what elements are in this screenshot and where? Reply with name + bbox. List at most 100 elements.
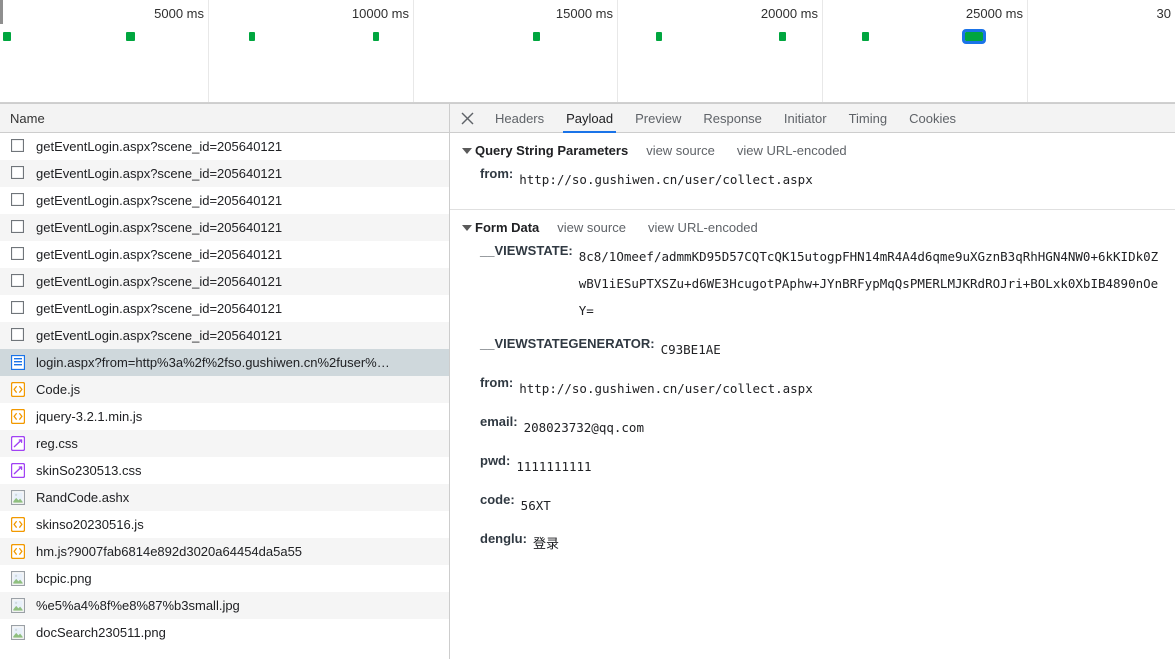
request-row[interactable]: reg.css xyxy=(0,430,449,457)
stylesheet-icon xyxy=(11,435,27,452)
chevron-down-icon-query[interactable] xyxy=(462,147,472,154)
param-row: email: 208023732@qq.com xyxy=(450,408,1175,447)
request-row[interactable]: getEventLogin.aspx?scene_id=205640121 xyxy=(0,214,449,241)
tab-payload[interactable]: Payload xyxy=(555,104,624,133)
overview-request-bar[interactable] xyxy=(3,32,11,41)
network-overview-timeline[interactable]: 5000 ms 10000 ms 15000 ms 20000 ms 25000 ms 3… xyxy=(0,0,1175,104)
param-row: denglu: 登录 xyxy=(450,525,1175,564)
tab-initiator[interactable]: Initiator xyxy=(773,104,838,132)
request-name: getEventLogin.aspx?scene_id=205640121 xyxy=(36,220,283,235)
param-value[interactable]: 1111111111 xyxy=(516,453,591,480)
image-icon xyxy=(11,489,27,506)
chevron-down-icon-form[interactable] xyxy=(462,224,472,231)
query-view-url-encoded-link[interactable]: view URL-encoded xyxy=(737,143,847,158)
tab-headers[interactable]: Headers xyxy=(484,104,555,132)
request-row[interactable]: getEventLogin.aspx?scene_id=205640121 xyxy=(0,133,449,160)
overview-bottom-rule xyxy=(0,102,1175,103)
param-value[interactable]: C93BE1AE xyxy=(661,336,721,363)
close-icon[interactable] xyxy=(450,104,484,132)
request-row[interactable]: getEventLogin.aspx?scene_id=205640121 xyxy=(0,268,449,295)
request-name: getEventLogin.aspx?scene_id=205640121 xyxy=(36,274,283,289)
tab-timing[interactable]: Timing xyxy=(838,104,899,132)
param-value[interactable]: http://so.gushiwen.cn/user/collect.aspx xyxy=(519,166,813,193)
overview-request-markers xyxy=(0,29,1175,44)
param-key: denglu: xyxy=(480,531,527,546)
request-row[interactable]: getEventLogin.aspx?scene_id=205640121 xyxy=(0,295,449,322)
script-icon xyxy=(11,516,27,533)
request-name: docSearch230511.png xyxy=(36,625,166,640)
tab-preview[interactable]: Preview xyxy=(624,104,692,132)
overview-request-bar-selected[interactable] xyxy=(962,29,986,44)
request-row[interactable]: RandCode.ashx xyxy=(0,484,449,511)
param-row: from: http://so.gushiwen.cn/user/collect.… xyxy=(450,160,1175,199)
overview-request-bar[interactable] xyxy=(862,32,869,41)
payload-content: Query String Parameters view source view… xyxy=(450,133,1175,659)
overview-gridline xyxy=(413,0,414,103)
request-name: reg.css xyxy=(36,436,78,451)
request-name: %e5%a4%8f%e8%87%b3small.jpg xyxy=(36,598,240,613)
overview-request-bar[interactable] xyxy=(373,32,379,41)
image-icon xyxy=(11,570,27,587)
param-value[interactable]: 登录 xyxy=(533,531,559,558)
request-row[interactable]: Code.js xyxy=(0,376,449,403)
request-row[interactable]: getEventLogin.aspx?scene_id=205640121 xyxy=(0,160,449,187)
request-name: RandCode.ashx xyxy=(36,490,130,505)
checkbox-icon xyxy=(11,327,27,344)
overview-tick-label: 5000 ms xyxy=(154,6,204,21)
param-value[interactable]: http://so.gushiwen.cn/user/collect.aspx xyxy=(519,375,813,402)
param-value[interactable]: 208023732@qq.com xyxy=(524,414,644,441)
param-key: email: xyxy=(480,414,518,429)
query-string-section-header: Query String Parameters view source view… xyxy=(450,141,1175,160)
request-row[interactable]: getEventLogin.aspx?scene_id=205640121 xyxy=(0,241,449,268)
request-row[interactable]: %e5%a4%8f%e8%87%b3small.jpg xyxy=(0,592,449,619)
request-row[interactable]: skinso20230516.js xyxy=(0,511,449,538)
overview-tick-label: 15000 ms xyxy=(555,6,613,21)
script-icon xyxy=(11,543,27,560)
details-pane: Headers Payload Preview Response Initiator Ti… xyxy=(450,104,1175,659)
param-value[interactable]: 56XT xyxy=(521,492,551,519)
panel-split: Name getEventLogin.aspx?scene_id=2056401… xyxy=(0,104,1175,659)
column-header-name: Name xyxy=(10,110,45,126)
request-row[interactable]: login.aspx?from=http%3a%2f%2fso.gushiwen… xyxy=(0,349,449,376)
tab-response[interactable]: Response xyxy=(692,104,773,132)
form-params-list: __VIEWSTATE: 8c8/1Omeef/admmKD95D57CQTcQK… xyxy=(450,237,1175,564)
overview-left-edge-marker xyxy=(0,0,3,24)
overview-gridline xyxy=(1027,0,1028,103)
tabs-container: Headers Payload Preview Response Initiator Ti… xyxy=(484,104,967,133)
request-row[interactable]: getEventLogin.aspx?scene_id=205640121 xyxy=(0,187,449,214)
checkbox-icon xyxy=(11,300,27,317)
overview-tick-label: 20000 ms xyxy=(760,6,818,21)
overview-request-bar[interactable] xyxy=(126,32,135,41)
form-data-section-header: Form Data view source view URL-encoded xyxy=(450,218,1175,237)
request-row[interactable]: hm.js?9007fab6814e892d3020a64454da5a55 xyxy=(0,538,449,565)
overview-request-bar[interactable] xyxy=(656,32,662,41)
overview-request-bar[interactable] xyxy=(779,32,786,41)
query-string-parameters-section: Query String Parameters view source view… xyxy=(450,133,1175,209)
requests-pane: Name getEventLogin.aspx?scene_id=2056401… xyxy=(0,104,450,659)
query-params-list: from: http://so.gushiwen.cn/user/collect.… xyxy=(450,160,1175,199)
overview-tick-label: 25000 ms xyxy=(965,6,1023,21)
overview-request-bar[interactable] xyxy=(533,32,540,41)
request-row[interactable]: docSearch230511.png xyxy=(0,619,449,646)
request-name: getEventLogin.aspx?scene_id=205640121 xyxy=(36,166,283,181)
request-row[interactable]: skinSo230513.css xyxy=(0,457,449,484)
tab-cookies[interactable]: Cookies xyxy=(898,104,967,132)
query-view-source-link[interactable]: view source xyxy=(646,143,715,158)
request-row[interactable]: jquery-3.2.1.min.js xyxy=(0,403,449,430)
checkbox-icon xyxy=(11,219,27,236)
param-row: pwd: 1111111111 xyxy=(450,447,1175,486)
overview-gridline xyxy=(617,0,618,103)
overview-gridline xyxy=(208,0,209,103)
request-name: Code.js xyxy=(36,382,81,397)
document-icon xyxy=(11,354,27,371)
param-row: from: http://so.gushiwen.cn/user/collect.… xyxy=(450,369,1175,408)
requests-list[interactable]: getEventLogin.aspx?scene_id=205640121 get… xyxy=(0,133,449,659)
form-view-url-encoded-link[interactable]: view URL-encoded xyxy=(648,220,758,235)
request-row[interactable]: getEventLogin.aspx?scene_id=205640121 xyxy=(0,322,449,349)
overview-request-bar[interactable] xyxy=(249,32,255,41)
param-value[interactable]: 8c8/1Omeef/admmKD95D57CQTcQK15utogpFHN14… xyxy=(579,243,1163,324)
requests-table-header[interactable]: Name xyxy=(0,104,449,133)
checkbox-icon xyxy=(11,246,27,263)
request-row[interactable]: bcpic.png xyxy=(0,565,449,592)
form-view-source-link[interactable]: view source xyxy=(557,220,626,235)
